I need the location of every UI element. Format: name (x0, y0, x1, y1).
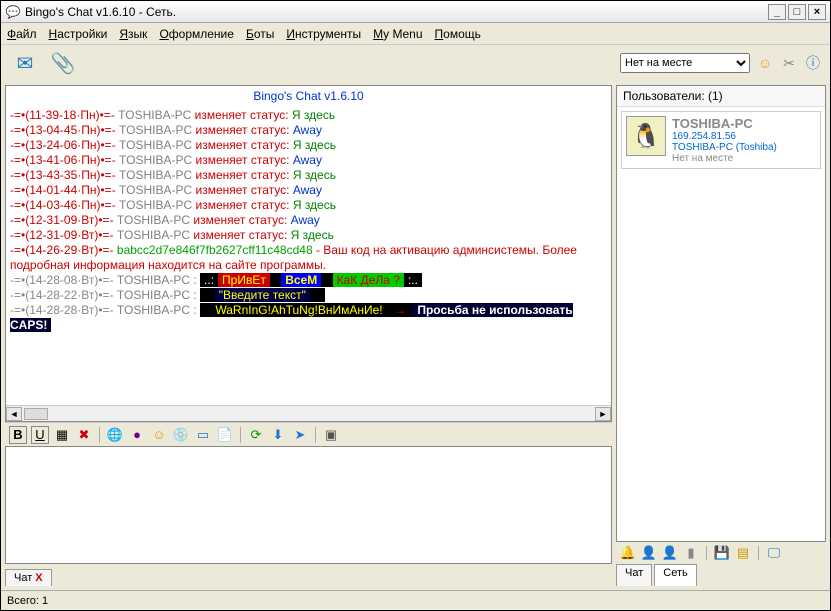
user-entry[interactable]: 🐧 TOSHIBA-PC 169.254.81.56 TOSHIBA-PC (T… (621, 111, 821, 169)
bold-button[interactable]: B (9, 426, 27, 444)
format-toolbar: B U ▦ ✖ 🌐 ● ☺ 💿 ▭ 📄 ⟳ ⬇ ➤ ▣ (5, 422, 612, 446)
send-arrow-icon[interactable]: ➤ (291, 426, 309, 444)
user-status: Нет на месте (672, 153, 777, 164)
avatar-icon: 🐧 (626, 116, 666, 156)
window-icon[interactable]: ▣ (322, 426, 340, 444)
status-count: Всего: 1 (7, 595, 48, 607)
globe-icon[interactable]: 🌐 (106, 426, 124, 444)
menubar: Файл Настройки Язык Оформление Боты Инст… (1, 23, 830, 45)
screen-icon[interactable]: 🖵 (766, 545, 782, 561)
app-window: 💬 Bingo's Chat v1.6.10 - Сеть. _ □ × Фай… (0, 0, 831, 611)
smiley-icon[interactable]: ☺ (756, 54, 774, 72)
right-tabs: Чат Сеть (616, 564, 826, 586)
scroll-left-icon[interactable]: ◄ (6, 407, 22, 421)
scroll-thumb[interactable] (24, 408, 48, 420)
users-panel: Пользователи: (1) 🐧 TOSHIBA-PC 169.254.8… (616, 85, 826, 542)
refresh-icon[interactable]: ⟳ (247, 426, 265, 444)
purple-ball-icon[interactable]: ● (128, 426, 146, 444)
h-scrollbar[interactable]: ◄ ► (6, 405, 611, 421)
list-icon[interactable]: ▤ (735, 545, 751, 561)
bell-icon[interactable]: 🔔 (620, 545, 636, 561)
left-tabs: ЧатX (5, 564, 612, 586)
emoji-icon[interactable]: ☺ (150, 426, 168, 444)
disc-icon[interactable]: 💿 (172, 426, 190, 444)
user-name: TOSHIBA-PC (672, 116, 777, 131)
user-full: TOSHIBA-PC (Toshiba) (672, 142, 777, 153)
envelope-icon[interactable]: ✉ (9, 49, 41, 77)
right-panel: Пользователи: (1) 🐧 TOSHIBA-PC 169.254.8… (616, 85, 826, 586)
tools-icon[interactable]: ✂ (780, 54, 798, 72)
folder-icon[interactable]: ▮ (683, 545, 699, 561)
left-panel: Bingo's Chat v1.6.10 -=•(11-39-18·Пн)•=-… (5, 85, 612, 586)
underline-button[interactable]: U (31, 426, 49, 444)
clear-icon[interactable]: ✖ (75, 426, 93, 444)
doc-icon[interactable]: 📄 (216, 426, 234, 444)
menu-lang[interactable]: Язык (119, 27, 147, 41)
chat-title: Bingo's Chat v1.6.10 (6, 86, 611, 106)
download-icon[interactable]: ⬇ (269, 426, 287, 444)
tab-chat-left[interactable]: ЧатX (5, 569, 52, 586)
users-header: Пользователи: (1) (617, 86, 825, 107)
app-icon: 💬 (5, 4, 21, 20)
titlebar: 💬 Bingo's Chat v1.6.10 - Сеть. _ □ × (1, 1, 830, 23)
page-icon[interactable]: ▭ (194, 426, 212, 444)
menu-theme[interactable]: Оформление (159, 27, 234, 41)
statusbar: Всего: 1 (1, 590, 830, 610)
scroll-right-icon[interactable]: ► (595, 407, 611, 421)
status-dropdown[interactable]: Нет на месте (620, 53, 750, 73)
maximize-button[interactable]: □ (788, 4, 806, 20)
save-icon[interactable]: 💾 (714, 545, 730, 561)
main-toolbar: ✉ 📎 Нет на месте ☺ ✂ ⓘ (1, 45, 830, 81)
info-icon[interactable]: ⓘ (804, 54, 822, 72)
menu-bots[interactable]: Боты (246, 27, 274, 41)
tab-network-right[interactable]: Сеть (654, 564, 696, 586)
menu-file[interactable]: Файл (7, 27, 37, 41)
chat-panel: Bingo's Chat v1.6.10 -=•(11-39-18·Пн)•=-… (5, 85, 612, 422)
input-area (5, 446, 612, 564)
user-blue-icon[interactable]: 👤 (641, 545, 657, 561)
menu-help[interactable]: Помощь (435, 27, 481, 41)
user-red-icon[interactable]: 👤 (662, 545, 678, 561)
color-grid-icon[interactable]: ▦ (53, 426, 71, 444)
minimize-button[interactable]: _ (768, 4, 786, 20)
right-iconbar: 🔔 👤 👤 ▮ 💾 ▤ 🖵 (616, 542, 826, 564)
tab-chat-right[interactable]: Чат (616, 564, 652, 586)
title-text: Bingo's Chat v1.6.10 - Сеть. (25, 5, 766, 19)
user-ip: 169.254.81.56 (672, 131, 777, 142)
close-button[interactable]: × (808, 4, 826, 20)
menu-tools[interactable]: Инструменты (286, 27, 361, 41)
chat-log[interactable]: -=•(11-39-18·Пн)•=- TOSHIBA-PC изменяет … (6, 106, 611, 405)
content-area: Bingo's Chat v1.6.10 -=•(11-39-18·Пн)•=-… (1, 81, 830, 590)
message-input[interactable] (10, 451, 607, 559)
menu-my[interactable]: My Menu (373, 27, 422, 41)
pin-icon[interactable]: 📎 (47, 49, 79, 77)
menu-settings[interactable]: Настройки (49, 27, 108, 41)
